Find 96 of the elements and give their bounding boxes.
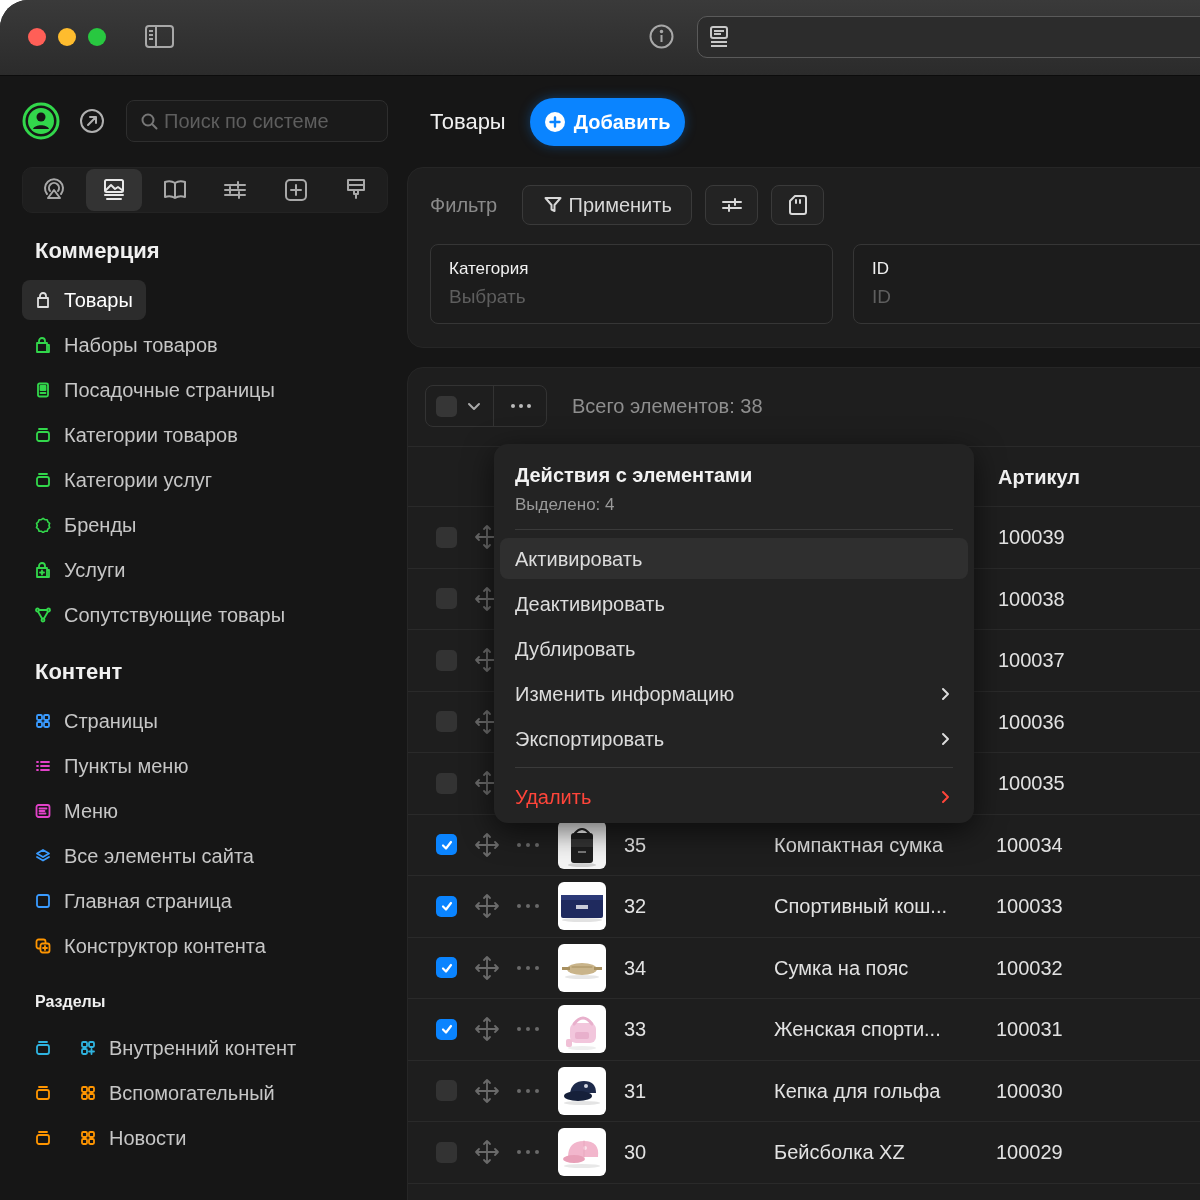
menu-subtitle: Выделено: 4 xyxy=(514,494,616,516)
sidebar-item[interactable]: Посадочные страницы xyxy=(22,370,288,410)
article-cell-text: 100035 xyxy=(998,771,1065,797)
article-cell-text: 100038 xyxy=(998,586,1065,612)
sidebar-item[interactable]: Вспомогательный xyxy=(22,1073,288,1113)
tray-icon xyxy=(35,1130,51,1146)
plus-square-icon xyxy=(282,177,309,203)
page-title: Товары xyxy=(430,108,506,136)
article-cell-text: 100029 xyxy=(996,1140,1063,1166)
tray-icon xyxy=(35,1040,51,1056)
sidebar-item[interactable]: Товары xyxy=(22,280,146,320)
menu-title: Действия с элементами xyxy=(514,463,754,488)
menu-item[interactable]: Изменить информацию xyxy=(500,673,968,714)
apply-button[interactable]: Применить xyxy=(522,185,693,225)
name-cell-text: Компактная сумка xyxy=(774,832,944,858)
settings-button[interactable] xyxy=(705,185,759,225)
close-window-button[interactable] xyxy=(28,28,46,46)
total-count: Всего элементов: 38 xyxy=(572,394,763,419)
sidebar-item[interactable]: Наборы товаров xyxy=(22,325,231,365)
info-icon[interactable] xyxy=(649,24,674,49)
row-checkbox[interactable] xyxy=(436,1018,457,1040)
sidebar-item[interactable]: Категории услуг xyxy=(22,460,226,500)
column-header: Артикул xyxy=(998,464,1081,490)
name-cell-text: Сумка на пояс xyxy=(774,955,910,981)
more-icon[interactable] xyxy=(516,1149,540,1156)
add-button[interactable]: Добавить xyxy=(529,97,685,146)
zoom-window-button[interactable] xyxy=(88,28,106,46)
id-cell-text: 31 xyxy=(624,1078,648,1104)
menu-item[interactable]: Удалить xyxy=(500,776,968,817)
sidebar-item[interactable]: Услуги xyxy=(22,550,139,590)
sidebar-toggle-icon[interactable] xyxy=(145,25,174,48)
more-icon[interactable] xyxy=(516,964,540,971)
id-cell-text: 35 xyxy=(624,832,648,858)
article-cell-text: 100033 xyxy=(996,894,1063,920)
row-checkbox[interactable] xyxy=(436,834,457,856)
filter-field[interactable]: Категория Выбрать xyxy=(430,244,833,324)
search-icon xyxy=(141,112,158,130)
row-checkbox[interactable] xyxy=(436,957,457,979)
id-cell-text: 32 xyxy=(624,894,648,920)
tray-icon xyxy=(35,1085,51,1101)
id-cell-text: 30 xyxy=(624,1140,648,1166)
id-cell-text: 34 xyxy=(624,955,648,981)
more-icon[interactable] xyxy=(516,1026,540,1033)
more-icon xyxy=(509,402,533,410)
select-all-checkbox[interactable] xyxy=(436,395,457,417)
article-cell-text: 100030 xyxy=(996,1078,1063,1104)
name-cell-text: Спортивный кош... xyxy=(774,894,948,920)
more-icon[interactable] xyxy=(516,841,540,848)
article-cell-text: 100039 xyxy=(998,525,1065,551)
section-heading: Коммерция xyxy=(34,237,161,265)
menu-item[interactable]: Экспортировать xyxy=(500,718,968,759)
filter-label: Фильтр xyxy=(430,193,498,218)
filter-field[interactable]: ID ID xyxy=(853,244,1200,324)
move-handle-icon[interactable] xyxy=(474,1077,500,1104)
section-heading: Контент xyxy=(34,658,124,686)
move-handle-icon[interactable] xyxy=(474,954,500,981)
more-icon[interactable] xyxy=(516,903,540,910)
row-checkbox[interactable] xyxy=(436,895,457,917)
sidebar-item[interactable]: Пункты меню xyxy=(22,746,202,786)
article-cell-text: 100034 xyxy=(996,832,1063,858)
article-cell-text: 100036 xyxy=(998,709,1065,735)
id-cell-text: 33 xyxy=(624,1017,648,1043)
move-handle-icon[interactable] xyxy=(474,1016,500,1043)
avatar-icon[interactable] xyxy=(22,102,60,140)
toolbar-tab[interactable] xyxy=(86,169,143,211)
sidebar-item[interactable]: Бренды xyxy=(22,505,150,545)
sidebar-item[interactable]: Главная страница xyxy=(22,881,245,921)
menu-item[interactable]: Дублировать xyxy=(500,628,968,669)
article-cell-text: 100037 xyxy=(998,648,1065,674)
section-heading: Разделы xyxy=(34,992,107,1012)
plus-circle-icon xyxy=(543,110,566,133)
move-handle-icon[interactable] xyxy=(474,1139,500,1166)
name-cell-text: Бейсболка XZ xyxy=(774,1140,906,1166)
sidebar-item[interactable]: Категории товаров xyxy=(22,415,251,455)
move-handle-icon[interactable] xyxy=(474,893,500,920)
sidebar-item[interactable]: Внутренний контент xyxy=(22,1028,310,1068)
article-cell-text: 100032 xyxy=(996,955,1063,981)
more-icon[interactable] xyxy=(516,1087,540,1094)
page-icon xyxy=(709,26,729,48)
minimize-window-button[interactable] xyxy=(58,28,76,46)
menu-item[interactable]: Деактивировать xyxy=(500,583,968,624)
arrow-circle-icon[interactable] xyxy=(79,108,105,134)
sidebar-item[interactable]: Все элементы сайта xyxy=(22,836,267,876)
save-button[interactable] xyxy=(771,185,825,225)
sidebar-item[interactable]: Сопутствующие товары xyxy=(22,595,299,635)
menu-item[interactable]: Активировать xyxy=(500,538,968,579)
sidebar-item[interactable]: Меню xyxy=(22,791,132,831)
filter-icon xyxy=(542,195,563,215)
sidebar-item[interactable]: Новости xyxy=(22,1118,200,1158)
article-cell-text: 100031 xyxy=(996,1017,1063,1043)
move-handle-icon[interactable] xyxy=(474,831,500,858)
sidebar-item[interactable]: Страницы xyxy=(22,701,171,741)
name-cell-text: Кепка для гольфа xyxy=(774,1078,942,1104)
address-bar[interactable] xyxy=(697,16,1200,58)
name-cell-text: Женская спорти... xyxy=(774,1017,942,1043)
sidebar-item[interactable]: Конструктор контента xyxy=(22,926,279,966)
